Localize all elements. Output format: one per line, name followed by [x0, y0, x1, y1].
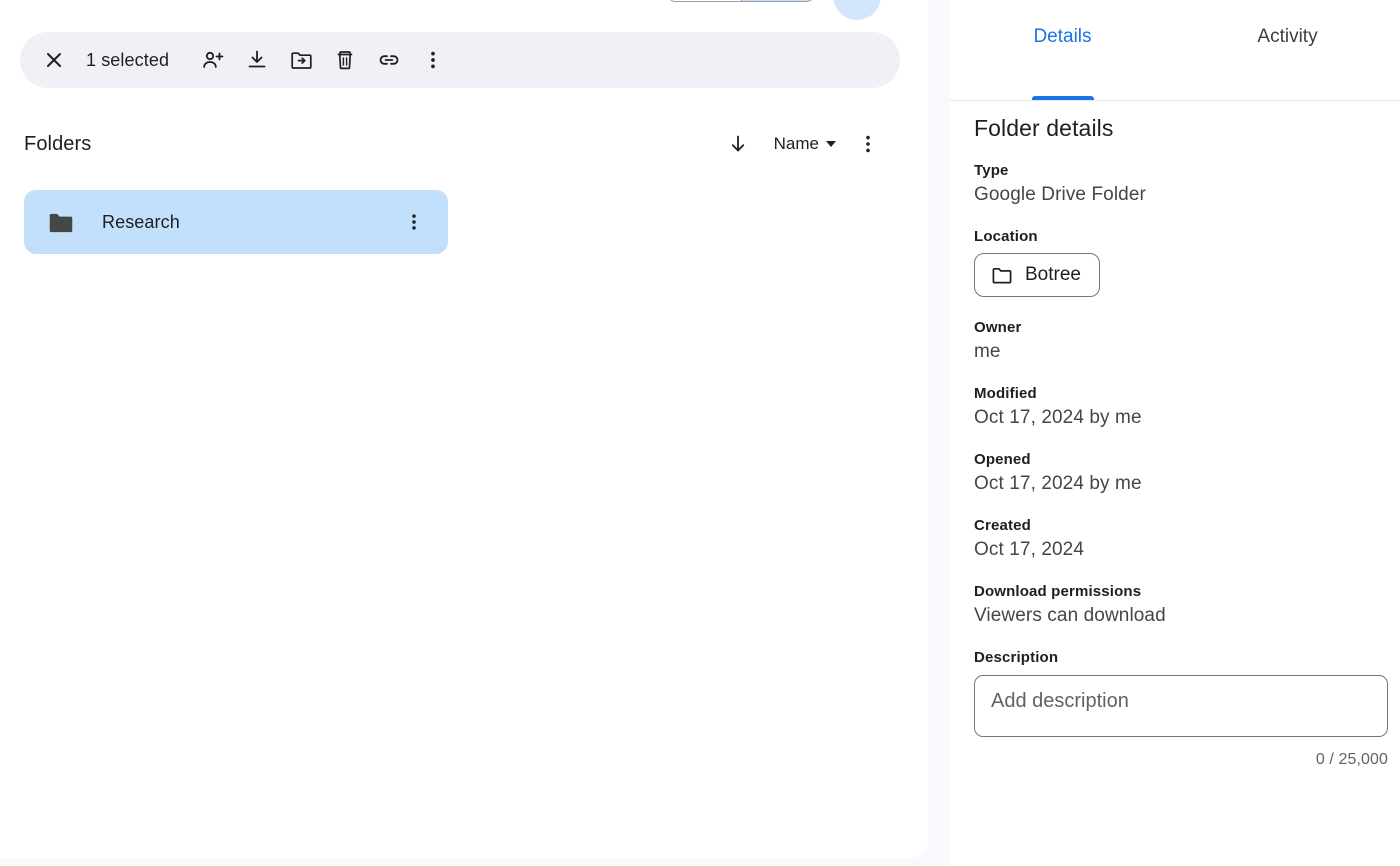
location-chip-label: Botree	[1025, 264, 1081, 286]
details-sidebar: Details Activity Folder details Type Goo…	[950, 0, 1400, 866]
description-character-counter: 0 / 25,000	[974, 751, 1388, 769]
link-icon	[377, 48, 401, 72]
details-heading: Folder details	[974, 115, 1376, 142]
field-type: Type Google Drive Folder	[974, 162, 1376, 206]
list-view-button[interactable]	[667, 0, 741, 1]
trash-icon	[333, 48, 357, 72]
field-label-download-permissions: Download permissions	[974, 583, 1376, 600]
field-value-download-permissions: Viewers can download	[974, 605, 1376, 627]
field-modified: Modified Oct 17, 2024 by me	[974, 385, 1376, 429]
more-actions-button[interactable]	[411, 38, 455, 82]
arrow-down-icon	[726, 132, 750, 156]
list-options-button[interactable]	[848, 124, 888, 164]
sort-direction-button[interactable]	[718, 124, 758, 164]
section-title: Folders	[24, 133, 91, 156]
folder-glyph-icon	[46, 207, 76, 237]
tab-activity[interactable]: Activity	[1175, 0, 1400, 100]
field-label-description: Description	[974, 649, 1376, 666]
close-selection-button[interactable]	[32, 38, 76, 82]
top-controls-strip	[0, 0, 928, 4]
field-label-created: Created	[974, 517, 1376, 534]
sort-by-label: Name	[774, 134, 819, 154]
folder-outline-icon	[990, 263, 1014, 287]
field-value-owner: me	[974, 341, 1376, 363]
main-content-panel: 1 selected	[0, 0, 928, 858]
info-button[interactable]	[833, 0, 881, 20]
field-label-opened: Opened	[974, 451, 1376, 468]
list-controls: Name	[718, 124, 888, 164]
share-button[interactable]	[191, 38, 235, 82]
field-label-modified: Modified	[974, 385, 1376, 402]
folder-more-button[interactable]	[396, 204, 432, 240]
field-value-modified: Oct 17, 2024 by me	[974, 407, 1376, 429]
field-download-permissions: Download permissions Viewers can downloa…	[974, 583, 1376, 627]
field-label-owner: Owner	[974, 319, 1376, 336]
more-vertical-icon	[421, 48, 445, 72]
close-icon	[42, 48, 66, 72]
drive-app: 1 selected	[0, 0, 1400, 866]
view-toggle[interactable]	[666, 0, 816, 2]
field-location: Location Botree	[974, 228, 1376, 297]
copy-link-button[interactable]	[367, 38, 411, 82]
field-opened: Opened Oct 17, 2024 by me	[974, 451, 1376, 495]
field-label-type: Type	[974, 162, 1376, 179]
download-button[interactable]	[235, 38, 279, 82]
trash-button[interactable]	[323, 38, 367, 82]
tab-details[interactable]: Details	[950, 0, 1175, 100]
folder-icon	[46, 207, 76, 237]
chevron-down-icon	[826, 141, 836, 147]
sort-by-dropdown[interactable]: Name	[762, 124, 844, 164]
field-label-location: Location	[974, 228, 1376, 245]
grid-view-button[interactable]	[741, 0, 816, 1]
selection-toolbar: 1 selected	[20, 32, 900, 88]
folder-card-research[interactable]: Research	[24, 190, 448, 254]
field-created: Created Oct 17, 2024	[974, 517, 1376, 561]
person-add-icon	[201, 48, 225, 72]
folder-grid: Research	[24, 190, 904, 254]
more-vertical-icon	[856, 132, 880, 156]
description-input[interactable]	[974, 675, 1388, 737]
selection-count: 1 selected	[86, 50, 169, 71]
more-vertical-icon	[404, 212, 424, 232]
download-icon	[245, 48, 269, 72]
details-body: Folder details Type Google Drive Folder …	[950, 101, 1400, 769]
folder-name: Research	[102, 212, 180, 233]
location-chip-botree[interactable]: Botree	[974, 253, 1100, 297]
field-value-type: Google Drive Folder	[974, 184, 1376, 206]
field-description: Description 0 / 25,000	[974, 649, 1376, 769]
field-value-created: Oct 17, 2024	[974, 539, 1376, 561]
folder-move-icon	[289, 48, 313, 72]
field-owner: Owner me	[974, 319, 1376, 363]
field-value-opened: Oct 17, 2024 by me	[974, 473, 1376, 495]
folders-section-header: Folders Name	[0, 120, 928, 168]
details-tabs: Details Activity	[950, 0, 1400, 101]
move-to-folder-button[interactable]	[279, 38, 323, 82]
